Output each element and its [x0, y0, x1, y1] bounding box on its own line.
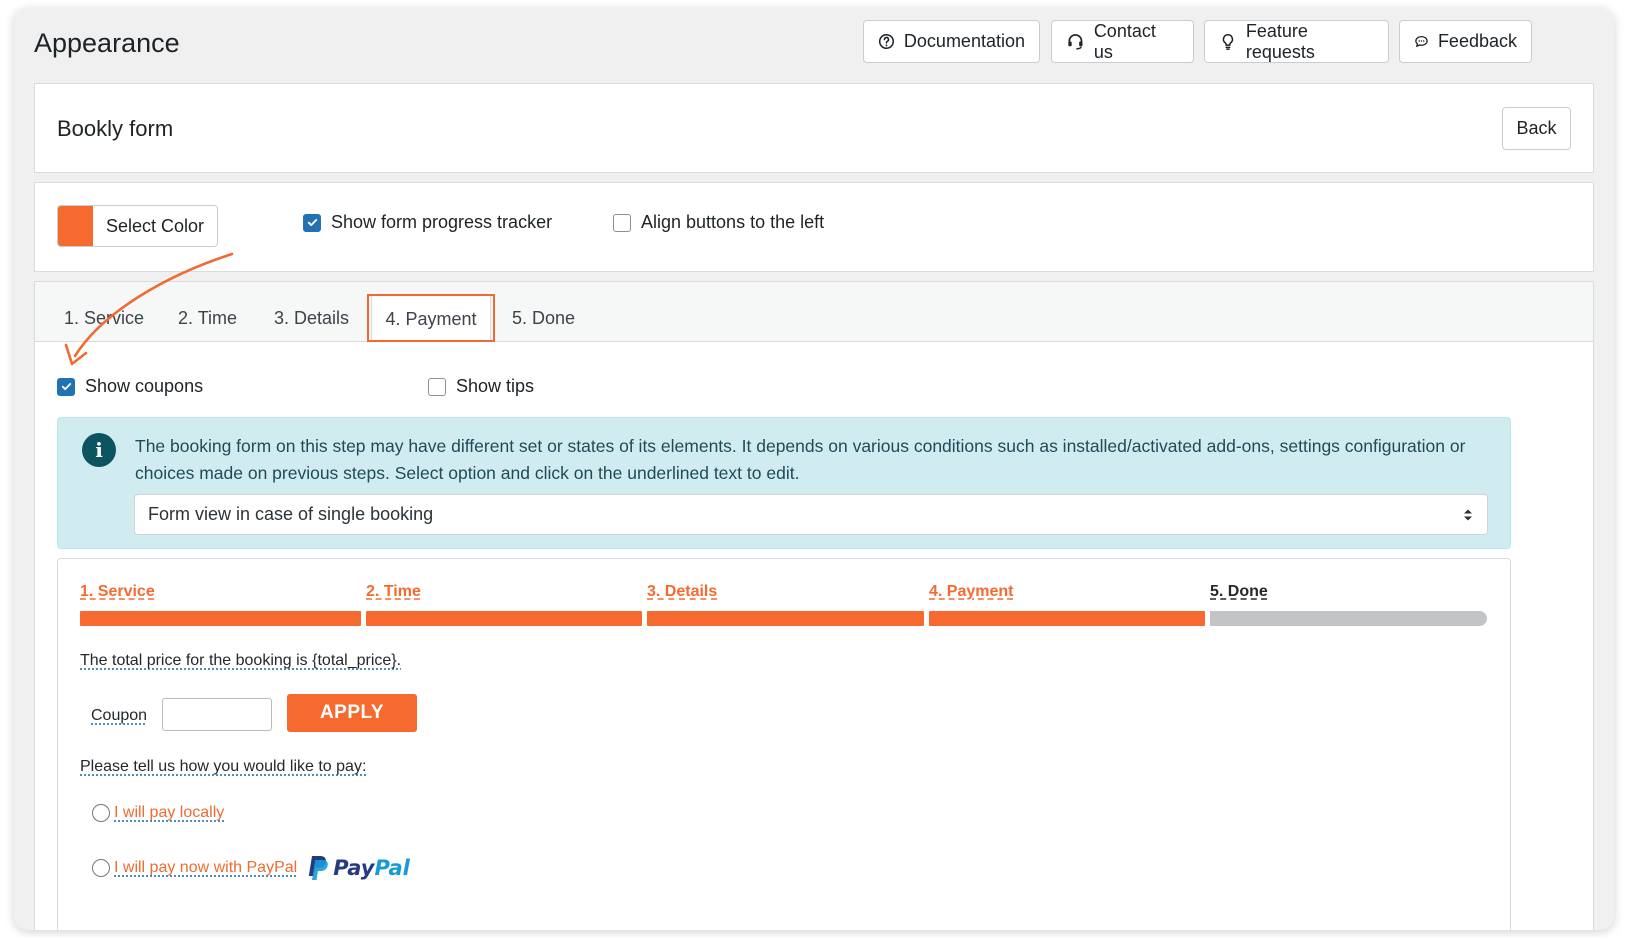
feature-requests-label: Feature requests [1245, 20, 1315, 62]
tab-service[interactable]: 1. Service [54, 295, 154, 342]
contact-us-button[interactable]: Contact us [1051, 20, 1194, 63]
page-title: Appearance [34, 28, 180, 58]
align-buttons-left-checkbox[interactable]: Align buttons to the left [613, 212, 824, 233]
documentation-label: Documentation [903, 31, 1025, 51]
paypal-text-pal: Pal [374, 856, 410, 880]
pay-paypal-label[interactable]: I will pay now with PayPal [114, 859, 297, 877]
feedback-label: Feedback [1437, 31, 1517, 51]
paypal-text-pay: Pay [333, 856, 375, 880]
chat-bubble-icon [1415, 36, 1428, 47]
show-progress-tracker-label: Show form progress tracker [331, 212, 553, 232]
info-icon: i [82, 433, 116, 467]
progress-step-label[interactable]: 4. Payment [929, 583, 1013, 601]
progress-step-label[interactable]: 5. Done [1210, 583, 1268, 601]
tab-payment[interactable]: 4. Payment [371, 295, 491, 342]
pay-locally-label[interactable]: I will pay locally [114, 804, 224, 822]
feedback-button[interactable]: Feedback [1399, 20, 1532, 63]
feature-requests-button[interactable]: Feature requests [1204, 20, 1389, 63]
info-alert: i The booking form on this step may have… [57, 417, 1511, 549]
question-circle-icon [878, 33, 894, 50]
progress-bar-segment [366, 611, 642, 626]
checkbox-checked-icon [303, 213, 321, 232]
align-buttons-left-label: Align buttons to the left [641, 212, 825, 232]
coupon-label[interactable]: Coupon [91, 707, 147, 725]
step-editor-card: 1. Service 2. Time 3. Details 4. Payment… [34, 281, 1594, 930]
progress-bar-segment [1210, 611, 1487, 626]
tab-time[interactable]: 2. Time [168, 295, 247, 342]
appearance-settings-card: Select Color Show form progress tracker … [34, 182, 1594, 272]
progress-step-label[interactable]: 1. Service [80, 583, 155, 601]
progress-bar-segment [929, 611, 1205, 626]
tab-done[interactable]: 5. Done [502, 295, 585, 342]
pay-paypal-radio[interactable]: I will pay now with PayPal PayPal [92, 855, 410, 881]
bookly-form-card: Bookly form Back [34, 83, 1594, 173]
back-button[interactable]: Back [1502, 107, 1571, 150]
progress-step-label[interactable]: 3. Details [647, 583, 717, 601]
form-view-select-value: Form view in case of single booking [148, 504, 434, 524]
paypal-logo: PayPal [307, 855, 410, 881]
progress-bar-segment [80, 611, 361, 626]
form-view-select[interactable]: Form view in case of single booking [134, 494, 1488, 535]
contact-us-label: Contact us [1093, 20, 1156, 62]
coupon-input[interactable] [162, 698, 272, 731]
documentation-button[interactable]: Documentation [863, 20, 1040, 63]
checkbox-unchecked-icon [428, 377, 446, 396]
apply-button[interactable]: APPLY [287, 694, 417, 732]
app-window: Appearance Documentation Contact us Feat… [14, 8, 1614, 930]
info-text: The booking form on this step may have d… [135, 436, 1466, 483]
select-color-button[interactable]: Select Color [57, 205, 218, 247]
checkbox-unchecked-icon [613, 213, 631, 232]
select-color-label: Select Color [105, 215, 205, 236]
color-swatch [58, 206, 93, 246]
show-tips-checkbox[interactable]: Show tips [428, 376, 534, 397]
form-preview: 1. Service 2. Time 3. Details 4. Payment… [57, 558, 1511, 930]
pay-locally-radio[interactable]: I will pay locally [92, 804, 224, 822]
total-price-text[interactable]: The total price for the booking is {tota… [80, 652, 401, 670]
show-tips-label: Show tips [456, 376, 535, 396]
radio-icon [92, 859, 110, 877]
show-coupons-checkbox[interactable]: Show coupons [57, 376, 203, 397]
paypal-p-icon [308, 856, 329, 880]
show-progress-tracker-checkbox[interactable]: Show form progress tracker [303, 212, 552, 233]
tab-details[interactable]: 3. Details [264, 295, 359, 342]
show-coupons-label: Show coupons [85, 376, 204, 396]
select-arrows-icon [1464, 509, 1472, 521]
progress-step-label[interactable]: 2. Time [366, 583, 421, 601]
radio-icon [92, 804, 110, 822]
bookly-form-title: Bookly form [57, 116, 174, 141]
headset-icon [1068, 34, 1083, 50]
lightbulb-icon [1222, 34, 1234, 50]
step-tabs: 1. Service 2. Time 3. Details 4. Payment… [35, 282, 1593, 342]
pay-prompt-text[interactable]: Please tell us how you would like to pay… [80, 758, 366, 776]
progress-bar-segment [647, 611, 924, 626]
checkbox-checked-icon [57, 377, 75, 396]
